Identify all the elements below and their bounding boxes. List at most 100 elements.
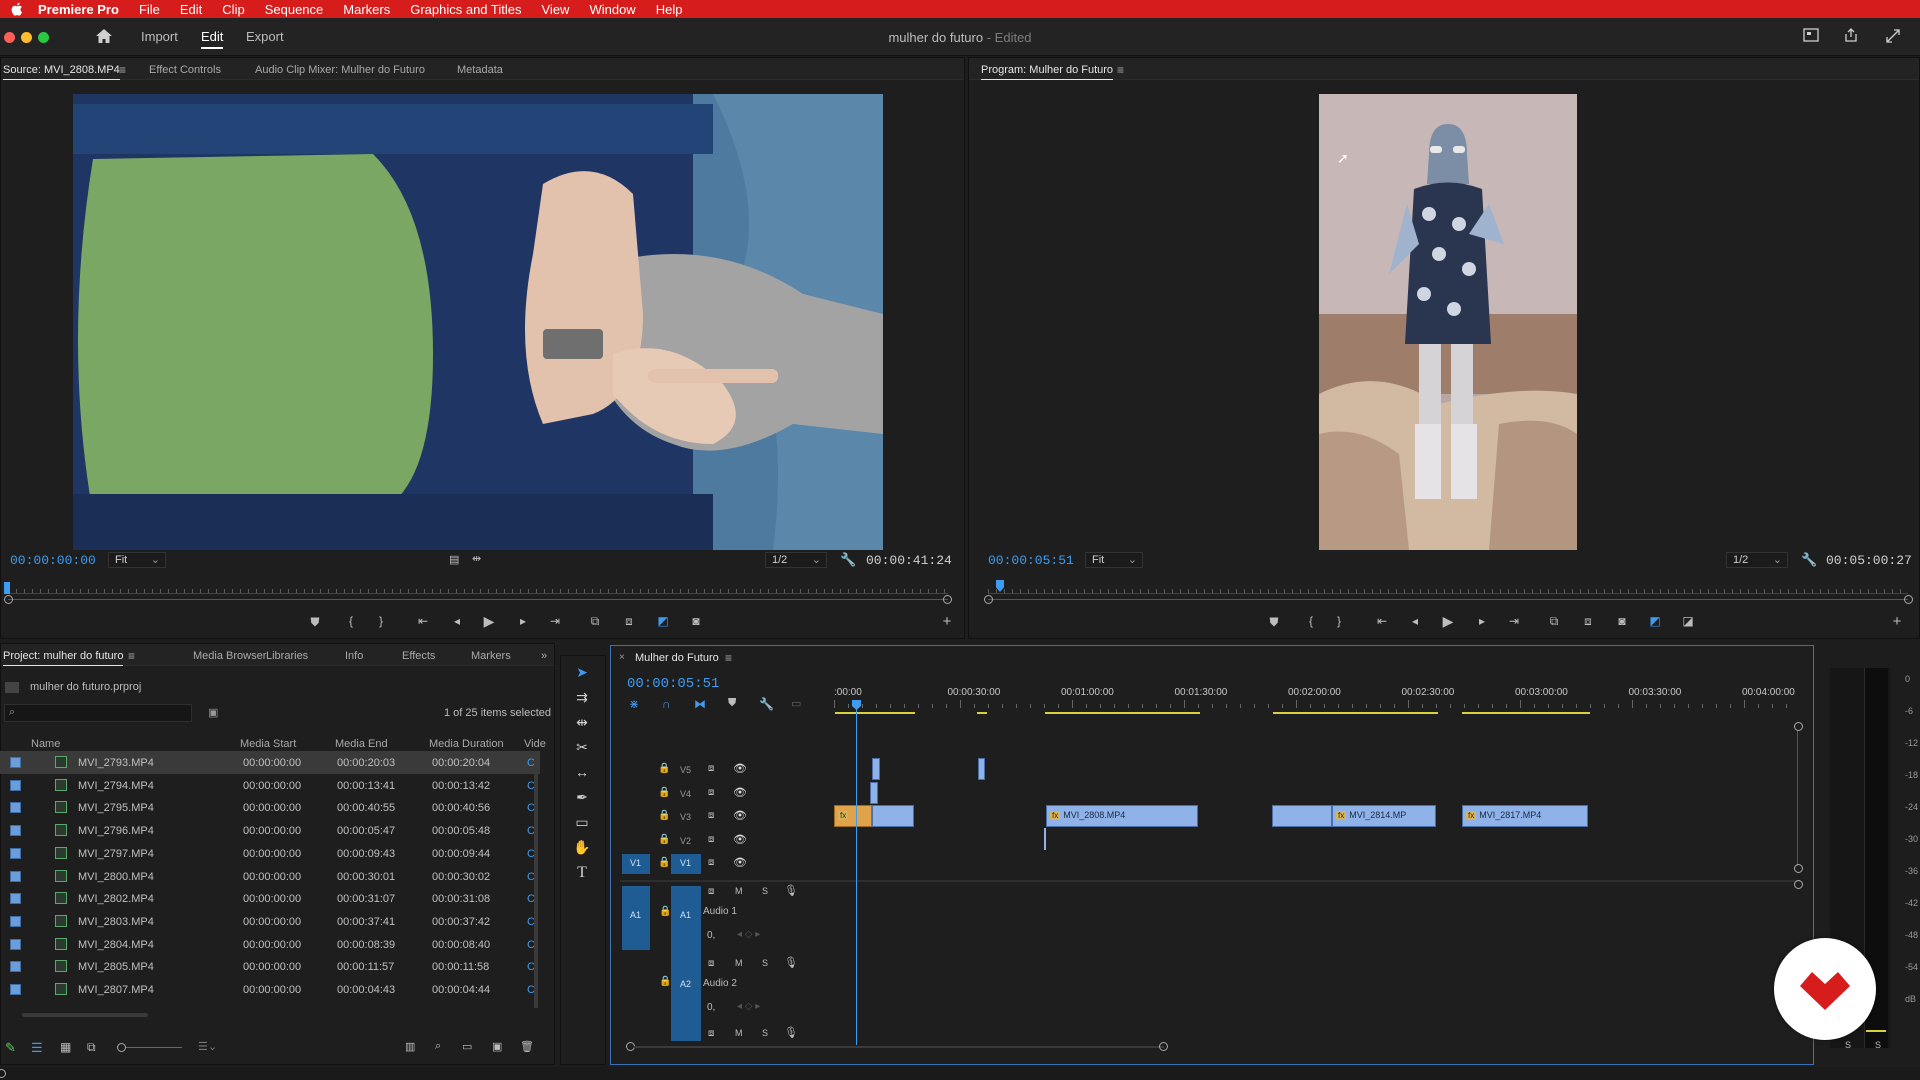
scroll-handle-left[interactable] <box>4 595 13 604</box>
source-fit-dropdown[interactable]: Fit ⌄ <box>108 552 166 568</box>
captions-icon[interactable]: ▭ <box>791 697 801 710</box>
program-video-frame[interactable] <box>1319 94 1577 550</box>
menu-graphics-and-titles[interactable]: Graphics and Titles <box>410 2 521 17</box>
sort-icon[interactable]: ☰⌄ <box>198 1040 217 1053</box>
v-scroll-handle-bottom[interactable] <box>1794 864 1803 873</box>
track-label[interactable]: V4 <box>680 789 691 799</box>
panel-menu-icon[interactable]: ≡ <box>725 651 732 665</box>
menu-app-name[interactable]: Premiere Pro <box>38 2 119 17</box>
solo-button-a1[interactable]: S <box>762 886 768 896</box>
wrench-icon[interactable]: 🔧 <box>1801 552 1817 568</box>
table-row[interactable]: MVI_2796.MP4 00:00:00:00 00:00:05:47 00:00:… <box>0 819 540 842</box>
export-frame-icon[interactable]: ◙ <box>1613 614 1631 628</box>
tab-effect-controls[interactable]: Effect Controls <box>149 64 221 76</box>
clip-orange[interactable]: fx <box>834 805 872 827</box>
tab-markers[interactable]: Markers <box>471 650 511 662</box>
track-label[interactable]: V3 <box>680 812 691 822</box>
pen-tool-icon[interactable]: ✒ <box>573 789 591 807</box>
clip-segment-v5[interactable] <box>872 758 880 780</box>
mute-button-a3[interactable]: M <box>735 1028 743 1038</box>
clip-segment[interactable] <box>872 805 914 827</box>
lock-icon[interactable]: 🔒 <box>659 906 671 917</box>
solo-button-a3[interactable]: S <box>762 1028 768 1038</box>
source-resolution-dropdown[interactable]: 1/2 ⌄ <box>765 552 827 568</box>
snap-icon[interactable]: ∩ <box>662 697 671 711</box>
timeline-settings-icon[interactable]: 🔧 <box>759 697 774 711</box>
panel-menu-icon[interactable]: ≡ <box>128 649 135 663</box>
solo-button-a2[interactable]: S <box>762 958 768 968</box>
pencil-icon[interactable]: ✎ <box>5 1040 16 1056</box>
sync-lock-icon[interactable]: ⧈ <box>708 886 714 897</box>
label-color-swatch[interactable] <box>10 870 21 882</box>
apple-icon[interactable] <box>10 2 24 16</box>
play-icon[interactable]: ▶ <box>480 613 498 630</box>
tab-audio-clip-mixer[interactable]: Audio Clip Mixer: Mulher do Futuro <box>255 64 425 76</box>
menu-view[interactable]: View <box>542 2 570 17</box>
lock-icon[interactable]: 🔒 <box>658 834 670 845</box>
extract-icon[interactable]: ⧈ <box>1579 614 1597 629</box>
go-to-in-icon[interactable]: ⇤ <box>1373 614 1391 628</box>
scroll-handle-left[interactable] <box>984 595 993 604</box>
microphone-icon[interactable]: 🎙 <box>784 956 798 969</box>
lock-icon[interactable]: 🔒 <box>658 787 670 798</box>
track-label[interactable]: V5 <box>680 765 691 775</box>
col-media-end[interactable]: Media End <box>335 738 388 750</box>
microphone-icon[interactable]: 🎙 <box>784 884 798 897</box>
col-name[interactable]: Name <box>31 738 60 750</box>
quick-export-icon[interactable] <box>1803 28 1819 42</box>
tab-project[interactable]: Project: mulher do futuro <box>3 650 124 666</box>
eye-icon[interactable]: 👁 <box>733 786 747 799</box>
keyframe-nav-icon[interactable]: ◂ ◇ ▸ <box>737 929 760 940</box>
close-sequence-icon[interactable]: × <box>619 652 625 663</box>
step-back-icon[interactable]: ◂ <box>448 614 466 628</box>
sync-lock-icon[interactable]: ⧈ <box>708 857 714 868</box>
table-row[interactable]: MVI_2793.MP4 00:00:00:00 00:00:20:03 00:00:… <box>0 751 540 774</box>
safe-margins-icon[interactable]: ◩ <box>1646 614 1664 628</box>
eye-icon[interactable]: 👁 <box>733 809 747 822</box>
label-color-swatch[interactable] <box>10 915 21 927</box>
step-forward-icon[interactable]: ▸ <box>514 614 532 628</box>
clip-mvi-2817[interactable]: fx MVI_2817.MP4 <box>1462 805 1588 827</box>
sync-lock-icon[interactable]: ⧈ <box>708 834 714 845</box>
eye-icon[interactable]: 👁 <box>733 833 747 846</box>
scroll-handle-right[interactable] <box>1904 595 1913 604</box>
add-marker-icon[interactable]: ⛊ <box>1265 615 1283 630</box>
add-marker-icon[interactable]: ⛊ <box>728 697 736 710</box>
icon-view-icon[interactable]: ▦ <box>60 1040 71 1054</box>
clip-mvi-2808[interactable]: fx MVI_2808.MP4 <box>1046 805 1198 827</box>
track-name-audio-1[interactable]: Audio 1 <box>703 906 737 917</box>
lock-icon[interactable]: 🔒 <box>658 810 670 821</box>
col-video[interactable]: Vide <box>524 738 546 750</box>
timeline-timecode[interactable]: 00:00:05:51 <box>627 676 719 692</box>
sync-lock-icon[interactable]: ⧈ <box>708 1028 714 1039</box>
source-playhead[interactable] <box>4 582 10 594</box>
table-row[interactable]: MVI_2804.MP4 00:00:00:00 00:00:08:39 00:00:… <box>0 933 540 956</box>
drag-video-icon[interactable]: ⇹ <box>472 552 481 565</box>
more-panels-icon[interactable]: » <box>541 650 547 662</box>
menu-file[interactable]: File <box>139 2 160 17</box>
program-time-ruler[interactable] <box>988 580 1908 594</box>
go-to-out-icon[interactable]: ⇥ <box>546 614 564 628</box>
h-zoom-track[interactable] <box>634 1046 1164 1048</box>
source-patch-a1[interactable]: A1 <box>622 886 650 950</box>
eye-icon[interactable]: 👁 <box>733 856 747 869</box>
clip-segment-v5[interactable] <box>978 758 985 780</box>
slip-tool-icon[interactable]: ↔ <box>573 764 591 782</box>
track-target-v1[interactable]: V1 <box>671 854 701 874</box>
nest-icon[interactable]: ⋇ <box>629 697 639 711</box>
microphone-icon[interactable]: 🎙 <box>784 1026 798 1039</box>
lock-icon[interactable]: 🔒 <box>659 976 671 987</box>
table-row[interactable]: MVI_2795.MP4 00:00:00:00 00:00:40:55 00:00:… <box>0 796 540 819</box>
tab-media-browser[interactable]: Media Browser <box>193 650 266 662</box>
solo-right-button[interactable]: S <box>1875 1040 1881 1050</box>
project-search-input[interactable]: ⌕ <box>4 704 192 722</box>
tab-metadata[interactable]: Metadata <box>457 64 503 76</box>
comparison-view-icon[interactable]: ◪ <box>1679 614 1697 628</box>
table-row[interactable]: MVI_2794.MP4 00:00:00:00 00:00:13:41 00:00:… <box>0 774 540 797</box>
v-scroll-track[interactable] <box>1797 731 1798 866</box>
label-color-swatch[interactable] <box>10 779 21 791</box>
mark-in-icon[interactable]: { <box>1302 614 1320 628</box>
lock-icon[interactable]: 🔒 <box>658 763 670 774</box>
menu-markers[interactable]: Markers <box>343 2 390 17</box>
volume-value-a1[interactable]: 0, <box>707 930 715 941</box>
